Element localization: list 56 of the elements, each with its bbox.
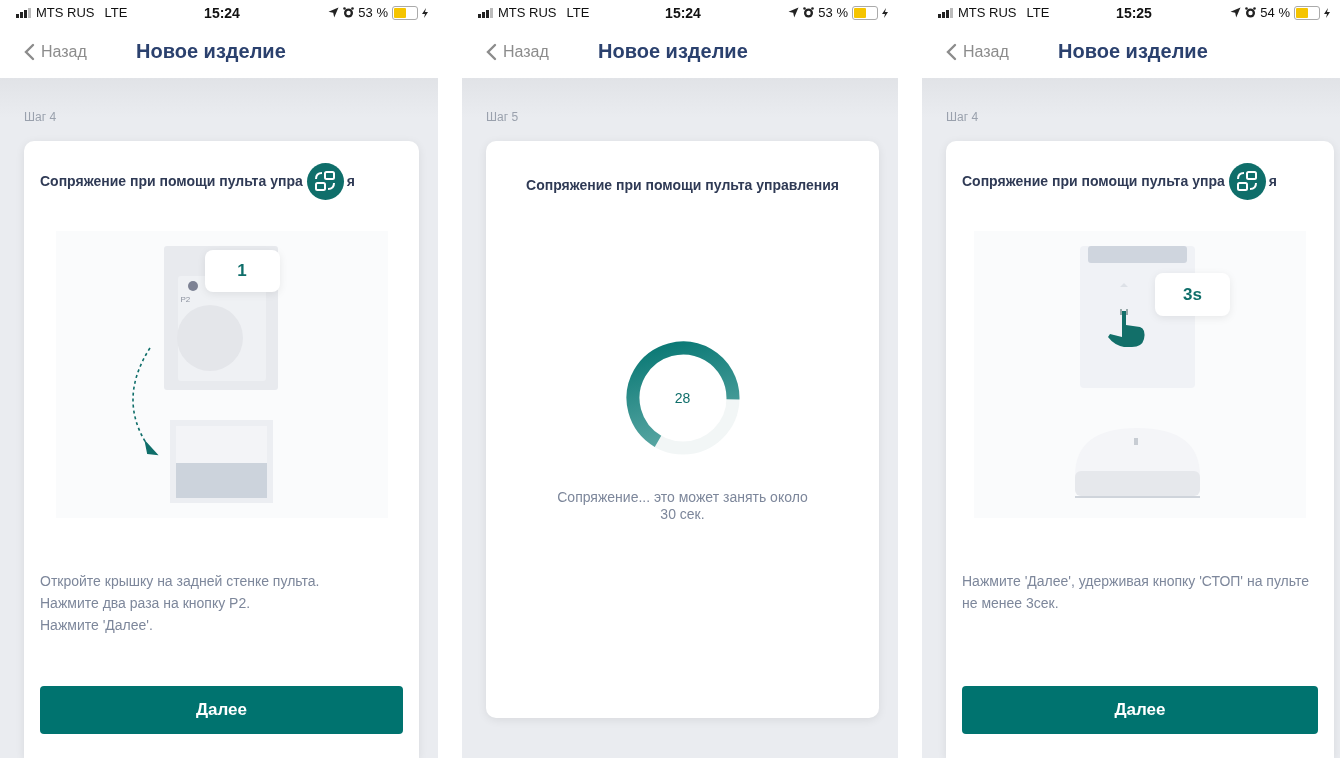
- carrier-name: MTS RUS: [36, 5, 95, 20]
- step-label: Шаг 4: [24, 110, 57, 124]
- card-title: Сопряжение при помощи пульта упра: [40, 173, 303, 189]
- location-icon: [1230, 7, 1242, 18]
- card-title-end: я: [1268, 173, 1277, 189]
- screen-title: Новое изделие: [1058, 40, 1208, 63]
- carrier-name: MTS RUS: [958, 5, 1017, 20]
- signal-icon: [16, 7, 32, 18]
- button-label: P2: [180, 295, 191, 304]
- status-time: 15:24: [665, 4, 701, 21]
- card-title-end: я: [346, 173, 355, 189]
- swap-icon: [1236, 170, 1259, 192]
- screen-title: Новое изделие: [598, 40, 748, 63]
- instruction-text: Откройте крышку на задней стенке пульта.: [40, 572, 321, 591]
- instruction-text: Нажмите 'Далее'.: [40, 616, 154, 635]
- card-title: Сопряжение при помощи пульта управления: [526, 177, 839, 193]
- chevron-icon: [486, 42, 497, 61]
- switch-mode-button[interactable]: [1228, 162, 1266, 200]
- battery-icon: [852, 5, 878, 20]
- card-title: Сопряжение при помощи пульта упра: [962, 173, 1225, 189]
- battery-percent: 54 %: [1260, 5, 1290, 20]
- swap-icon: [314, 170, 337, 192]
- status-time: 15:24: [204, 4, 240, 21]
- speech-bubble: 3s: [1155, 273, 1230, 316]
- signal-icon: [478, 7, 494, 18]
- back-button[interactable]: Назад: [486, 42, 598, 61]
- battery-icon: [392, 5, 418, 20]
- chevron-icon: [946, 42, 957, 61]
- alarm-icon: [343, 7, 355, 18]
- signal-icon: [938, 7, 954, 18]
- battery-percent: 53 %: [818, 5, 848, 20]
- next-button[interactable]: Далее: [40, 686, 403, 734]
- alarm-icon: [1245, 7, 1257, 18]
- chevron-icon: [24, 42, 35, 61]
- battery-percent: 53 %: [358, 5, 388, 20]
- speech-bubble: 1: [204, 250, 280, 292]
- instruction-text: Нажмите два раза на кнопку P2.: [40, 594, 252, 613]
- carrier-name: MTS RUS: [498, 5, 557, 20]
- screen-title: Новое изделие: [136, 40, 286, 63]
- back-button[interactable]: Назад: [946, 42, 1058, 61]
- back-button[interactable]: Назад: [24, 42, 136, 61]
- step-label: Шаг 5: [486, 110, 519, 124]
- switch-mode-button[interactable]: [306, 162, 344, 200]
- network-type: LTE: [566, 5, 590, 20]
- step-label: Шаг 4: [946, 110, 979, 124]
- location-icon: [328, 7, 340, 18]
- network-type: LTE: [104, 5, 128, 20]
- instruction-text: Нажмите 'Далее', удерживая кнопку 'СТОП' на пульте не менее 3сек.: [962, 572, 1310, 613]
- alarm-icon: [803, 7, 815, 18]
- location-icon: [788, 7, 800, 18]
- network-type: LTE: [1026, 5, 1050, 20]
- progress-message: Сопряжение... это может занять около 30 сек.: [556, 489, 809, 523]
- battery-icon: [1294, 5, 1320, 20]
- next-button[interactable]: Далее: [962, 686, 1318, 734]
- countdown-value: 28: [674, 390, 691, 406]
- status-time: 15:25: [1116, 4, 1152, 21]
